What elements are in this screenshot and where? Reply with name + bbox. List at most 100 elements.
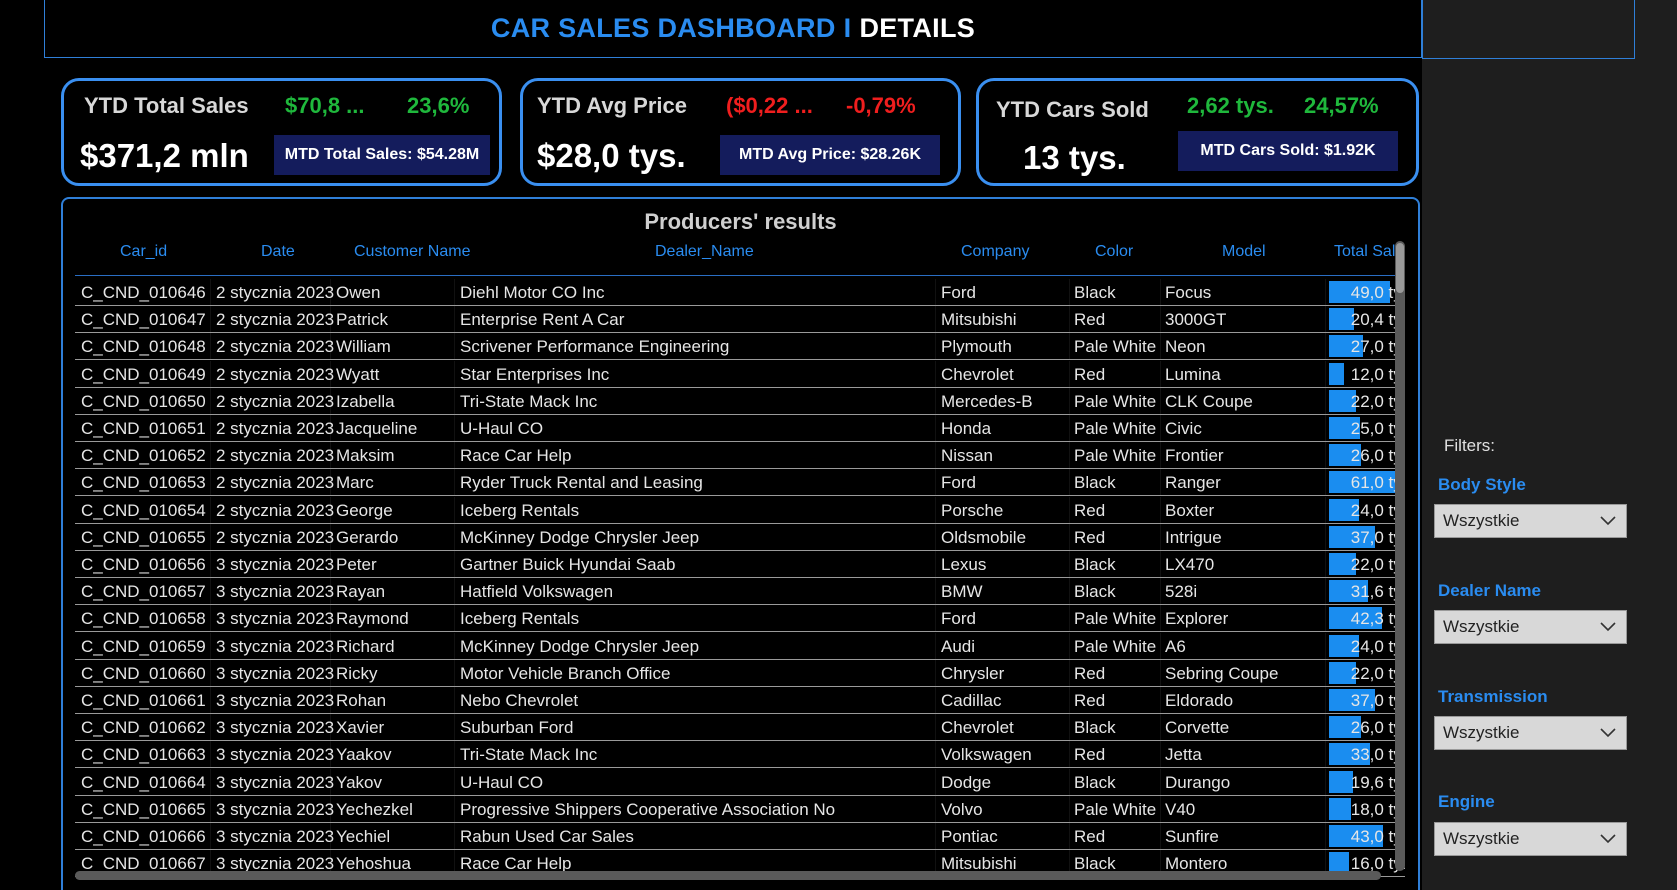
table-row[interactable]: C_CND_010657 3 stycznia 2023 Rayan Hatfield… — [75, 578, 1405, 606]
chevron-down-icon — [1600, 834, 1616, 844]
cell-customer-name: Xavier — [336, 718, 385, 738]
column-separator — [1160, 360, 1161, 387]
cell-dealer-name: Ryder Truck Rental and Leasing — [460, 473, 703, 493]
vertical-scrollbar-thumb[interactable] — [1396, 243, 1404, 293]
table-row[interactable]: C_CND_010655 2 stycznia 2023 Gerardo McKinn… — [75, 523, 1405, 551]
table-row[interactable]: C_CND_010653 2 stycznia 2023 Marc Ryder Tru… — [75, 469, 1405, 497]
column-header-date[interactable]: Date — [261, 243, 295, 261]
vertical-scrollbar-track[interactable] — [1395, 241, 1405, 871]
table-row[interactable]: C_CND_010656 3 stycznia 2023 Peter Gartner … — [75, 551, 1405, 578]
cell-company: Plymouth — [941, 337, 1012, 357]
column-separator — [1325, 687, 1326, 713]
column-separator — [1160, 768, 1161, 795]
table-row[interactable]: C_CND_010665 3 stycznia 2023 Yechezkel Prog… — [75, 795, 1405, 823]
kpi-value: $371,2 mln — [80, 137, 249, 174]
column-header-customer-name[interactable]: Customer Name — [354, 243, 470, 261]
filter-title-engine: Engine — [1438, 792, 1495, 811]
cell-car-id: C_CND_010662 — [81, 718, 206, 738]
cell-dealer-name: McKinney Dodge Chrysler Jeep — [460, 527, 700, 547]
transmission-dropdown[interactable]: Wszystkie — [1434, 716, 1627, 750]
column-separator — [210, 605, 211, 632]
column-header-car-id[interactable]: Car_id — [120, 243, 167, 261]
table-row[interactable]: C_CND_010651 2 stycznia 2023 Jacqueline U-H… — [75, 415, 1405, 442]
cell-model: Corvette — [1165, 718, 1230, 738]
column-header-color[interactable]: Color — [1095, 243, 1133, 261]
column-separator — [1325, 496, 1326, 523]
column-separator — [1069, 360, 1070, 387]
cell-color: Red — [1074, 827, 1106, 846]
cell-model: Civic — [1165, 419, 1202, 438]
cell-color: Red — [1074, 663, 1106, 683]
engine-dropdown[interactable]: Wszystkie — [1434, 822, 1627, 856]
body-style-dropdown[interactable]: Wszystkie — [1434, 504, 1627, 538]
column-separator — [454, 714, 455, 741]
column-separator — [210, 523, 211, 550]
column-separator — [1160, 632, 1161, 659]
cell-total-sales: 25,0 tys. — [1329, 417, 1405, 439]
column-separator — [935, 387, 936, 414]
kpi-value: $28,0 tys. — [537, 137, 686, 174]
cell-car-id: C_CND_010658 — [81, 609, 206, 629]
kpi-mtd-badge: MTD Cars Sold: $1.92K — [1178, 131, 1398, 171]
dealer-name-dropdown[interactable]: Wszystkie — [1434, 610, 1627, 644]
cell-car-id: C_CND_010653 — [81, 473, 206, 493]
cell-customer-name: Owen — [336, 283, 381, 302]
column-separator — [1160, 442, 1161, 469]
table-row[interactable]: C_CND_010666 3 stycznia 2023 Yechiel Rabun … — [75, 823, 1405, 850]
cell-dealer-name: Diehl Motor CO Inc — [460, 283, 605, 302]
filters-label: Filters: — [1444, 436, 1495, 455]
table-row[interactable]: C_CND_010652 2 stycznia 2023 Maksim Race Ca… — [75, 442, 1405, 470]
cell-dealer-name: Hatfield Volkswagen — [460, 582, 614, 602]
column-separator — [1325, 415, 1326, 441]
dropdown-value: Wszystkie — [1443, 511, 1520, 530]
cell-color: Pale White — [1074, 337, 1157, 357]
cell-company: Volvo — [941, 799, 983, 819]
table-row[interactable]: C_CND_010647 2 stycznia 2023 Patrick Enterp… — [75, 306, 1405, 334]
cell-date: 3 stycznia 2023 — [216, 636, 335, 656]
table-row[interactable]: C_CND_010660 3 stycznia 2023 Ricky Motor Ve… — [75, 659, 1405, 687]
cell-model: 3000GT — [1165, 310, 1227, 330]
cell-company: Cadillac — [941, 691, 1002, 710]
cell-customer-name: William — [336, 337, 391, 357]
column-separator — [1325, 523, 1326, 550]
table-row[interactable]: C_CND_010646 2 stycznia 2023 Owen Diehl Mot… — [75, 279, 1405, 306]
table-row[interactable]: C_CND_010663 3 stycznia 2023 Yaakov Tri-Sta… — [75, 741, 1405, 769]
cell-car-id: C_CND_010665 — [81, 799, 206, 819]
column-separator — [1069, 442, 1070, 469]
table-row[interactable]: C_CND_010649 2 stycznia 2023 Wyatt Star Ent… — [75, 360, 1405, 388]
column-header-model[interactable]: Model — [1222, 243, 1266, 261]
column-separator — [1069, 415, 1070, 441]
kpi-delta-percent: 24,57% — [1304, 93, 1379, 118]
cell-customer-name: Rayan — [336, 582, 386, 602]
cell-company: Ford — [941, 473, 976, 493]
table-row[interactable]: C_CND_010659 3 stycznia 2023 Richard McKinn… — [75, 632, 1405, 660]
cell-company: Ford — [941, 283, 976, 302]
column-separator — [935, 632, 936, 659]
table-row[interactable]: C_CND_010648 2 stycznia 2023 William Scrive… — [75, 333, 1405, 361]
table-row[interactable]: C_CND_010664 3 stycznia 2023 Yakov U-Haul C… — [75, 768, 1405, 796]
cell-company: BMW — [941, 582, 983, 602]
column-separator — [935, 795, 936, 822]
horizontal-scrollbar[interactable] — [75, 871, 1381, 880]
column-separator — [1069, 578, 1070, 605]
table-row[interactable]: C_CND_010661 3 stycznia 2023 Rohan Nebo Che… — [75, 687, 1405, 714]
column-header-total-sales[interactable]: Total Sal — [1334, 243, 1399, 261]
cell-dealer-name: Tri-State Mack Inc — [460, 745, 598, 765]
column-separator — [454, 279, 455, 305]
cell-company: Porsche — [941, 500, 1004, 520]
column-separator — [1160, 469, 1161, 496]
cell-model: Durango — [1165, 772, 1231, 792]
cell-model: Explorer — [1165, 609, 1229, 629]
cell-model: Eldorado — [1165, 691, 1234, 710]
column-separator — [1160, 306, 1161, 333]
table-row[interactable]: C_CND_010654 2 stycznia 2023 George Iceberg… — [75, 496, 1405, 524]
cell-model: Sebring Coupe — [1165, 663, 1279, 683]
cell-total-sales: 49,0 tys. — [1329, 281, 1405, 303]
cell-date: 3 stycznia 2023 — [216, 827, 335, 846]
chevron-down-icon — [1600, 728, 1616, 738]
table-row[interactable]: C_CND_010662 3 stycznia 2023 Xavier Suburba… — [75, 714, 1405, 742]
column-header-dealer-name[interactable]: Dealer_Name — [655, 243, 754, 261]
column-header-company[interactable]: Company — [961, 243, 1029, 261]
table-row[interactable]: C_CND_010650 2 stycznia 2023 Izabella Tri-S… — [75, 387, 1405, 415]
table-row[interactable]: C_CND_010658 3 stycznia 2023 Raymond Iceber… — [75, 605, 1405, 633]
